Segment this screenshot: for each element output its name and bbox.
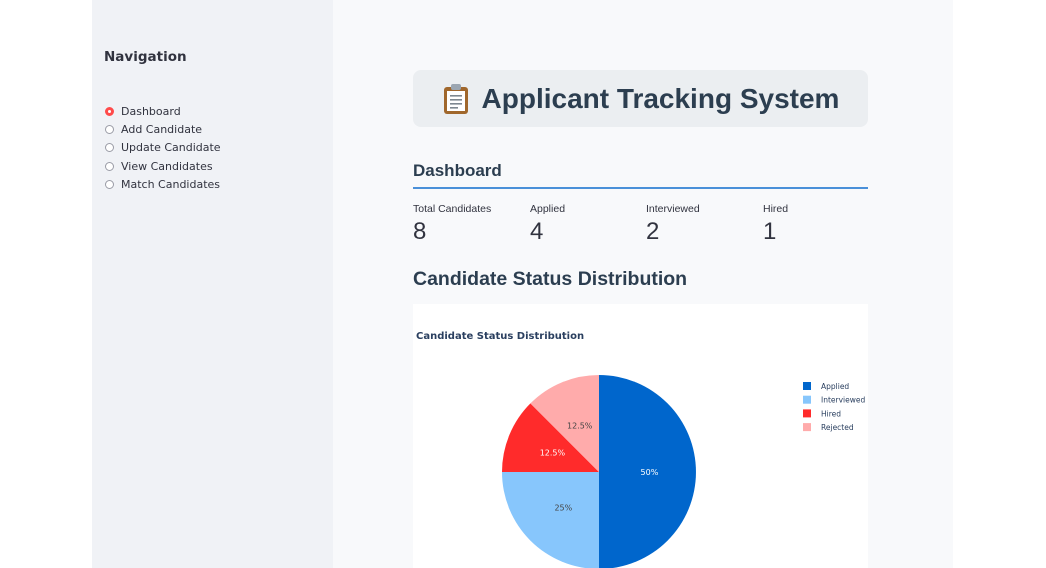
nav-option-update-candidate[interactable]: Update Candidate [105, 139, 221, 157]
metric-value: 8 [413, 218, 427, 245]
metric-applied: Applied 4 [530, 203, 565, 246]
pie-chart: Candidate Status Distribution 50% 25% 12.5… [416, 331, 865, 568]
metric-value: 1 [763, 218, 777, 245]
pie-slice-interviewed[interactable] [502, 472, 599, 568]
radio-selected-icon[interactable] [105, 106, 114, 116]
pie-slice-percent-label: 12.5% [540, 449, 566, 458]
nav-option-match-candidates[interactable]: Match Candidates [105, 176, 221, 194]
legend-label-applied[interactable]: Applied [821, 382, 849, 391]
radio-icon[interactable] [105, 161, 114, 171]
radio-icon[interactable] [105, 180, 114, 190]
nav-option-label: Add Candidate [121, 123, 203, 137]
metric-label: Hired [763, 203, 789, 215]
nav-option-label: Match Candidates [121, 178, 221, 192]
legend-label-hired[interactable]: Hired [821, 409, 841, 418]
metric-interviewed: Interviewed 2 [646, 203, 700, 246]
legend-label-rejected[interactable]: Rejected [821, 423, 854, 432]
legend-swatch-hired[interactable] [803, 409, 811, 418]
nav-option-label: View Candidates [121, 159, 213, 173]
metric-total-candidates: Total Candidates 8 [413, 203, 491, 246]
nav-option-label: Dashboard [121, 104, 181, 118]
chart-section-heading: Candidate Status Distribution [413, 268, 688, 290]
chart-card: Candidate Status Distribution 50% 25% 12.5… [413, 304, 868, 568]
app-header-banner: Applicant Tracking System [413, 70, 868, 127]
legend-swatch-rejected[interactable] [803, 423, 811, 432]
nav-option-dashboard[interactable]: Dashboard [105, 102, 221, 120]
page-margin [953, 0, 1046, 568]
clipboard-icon [443, 83, 468, 114]
pie-slice-percent-label: 25% [554, 504, 572, 513]
metric-value: 4 [530, 218, 544, 245]
heading-divider [413, 187, 868, 189]
metric-label: Interviewed [646, 203, 700, 215]
dashboard-heading: Dashboard [413, 161, 502, 180]
sidebar: Navigation Dashboard Add Candidate Updat… [92, 0, 333, 568]
page-title: Applicant Tracking System [481, 82, 840, 114]
legend-swatch-applied[interactable] [803, 382, 811, 390]
sidebar-title: Navigation [104, 49, 187, 65]
nav-option-add-candidate[interactable]: Add Candidate [105, 120, 221, 138]
legend-label-interviewed[interactable]: Interviewed [821, 396, 865, 405]
metric-label: Applied [530, 203, 566, 215]
metric-label: Total Candidates [413, 203, 492, 215]
legend-swatch-interviewed[interactable] [803, 395, 811, 404]
main-content: Applicant Tracking System Dashboard Tota… [333, 0, 953, 568]
nav-radio-group: Dashboard Add Candidate Update Candidate… [105, 102, 221, 194]
metric-value: 2 [646, 218, 660, 245]
pie-slice-percent-label: 50% [641, 468, 659, 477]
radio-icon[interactable] [105, 143, 114, 153]
metric-hired: Hired 1 [763, 203, 788, 246]
radio-icon[interactable] [105, 125, 114, 135]
chart-title: Candidate Status Distribution [416, 331, 584, 342]
nav-option-label: Update Candidate [121, 141, 221, 155]
pie-slice-percent-label: 12.5% [567, 421, 593, 430]
nav-option-view-candidates[interactable]: View Candidates [105, 157, 221, 175]
